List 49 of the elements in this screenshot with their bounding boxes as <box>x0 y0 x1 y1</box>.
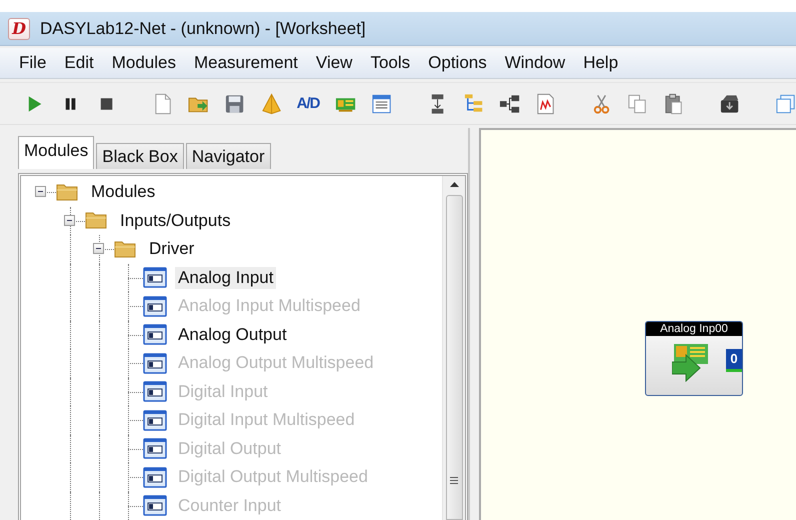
panel-tab[interactable]: Modules <box>18 136 94 169</box>
collapse-toggle[interactable] <box>35 186 46 197</box>
grip-icon <box>450 477 458 484</box>
panel-tab[interactable]: Black Box <box>96 143 184 169</box>
collapse-toggle[interactable] <box>93 243 104 254</box>
module-icon <box>143 266 167 290</box>
tree-item[interactable]: Analog Output <box>175 324 290 346</box>
tree-item[interactable]: Analog Input <box>175 266 276 289</box>
copy-icon[interactable] <box>626 92 648 114</box>
tree-item[interactable]: Modules <box>88 181 158 204</box>
module-icon <box>143 437 167 460</box>
panel-tab[interactable]: Navigator <box>186 143 271 169</box>
chart-document-icon[interactable] <box>534 92 556 114</box>
ad-converter-button[interactable]: A/D <box>296 92 320 114</box>
module-icon <box>143 352 167 375</box>
menu-item[interactable]: Measurement <box>184 53 307 73</box>
module-icon <box>143 466 167 489</box>
pyramid-icon[interactable] <box>260 92 282 114</box>
value-display: 0 <box>726 349 742 372</box>
module-block[interactable]: Analog Inp00 0 <box>645 321 743 396</box>
module-icon <box>143 494 167 518</box>
module-title: Analog Inp00 <box>646 322 742 336</box>
board-arrow-icon <box>672 344 708 382</box>
menu-item[interactable]: Options <box>419 53 496 73</box>
menu-item[interactable]: Edit <box>55 53 103 73</box>
menu-item[interactable]: Tools <box>361 53 420 73</box>
windows-icon[interactable] <box>774 92 796 114</box>
download-box-icon[interactable] <box>719 92 740 114</box>
tree-icon[interactable] <box>462 92 484 114</box>
tree-item[interactable]: Inputs/Outputs <box>117 210 234 232</box>
menu-item[interactable]: Help <box>574 53 628 73</box>
scrollbar-thumb[interactable] <box>446 195 462 520</box>
module-icon <box>143 408 167 432</box>
menu-item[interactable]: View <box>306 53 362 73</box>
worksheet-canvas[interactable]: Analog Inp00 0 <box>479 128 796 520</box>
paste-icon[interactable] <box>663 92 684 114</box>
menu-item[interactable]: File <box>10 53 56 73</box>
app-logo: D <box>8 18 30 40</box>
window-list-icon[interactable] <box>370 92 392 114</box>
window-title: DASYLab12-Net - (unknown) - [Worksheet] <box>40 18 366 38</box>
scroll-up-icon[interactable] <box>450 182 458 187</box>
tree-item[interactable]: Driver <box>146 238 198 260</box>
hierarchy-icon[interactable] <box>498 92 520 114</box>
module-icon <box>143 380 167 404</box>
menu-item[interactable]: Window <box>496 53 574 73</box>
menu-item[interactable]: Modules <box>102 53 185 73</box>
module-icon <box>143 323 167 346</box>
module-icon <box>143 294 167 318</box>
collapse-toggle[interactable] <box>64 214 75 226</box>
